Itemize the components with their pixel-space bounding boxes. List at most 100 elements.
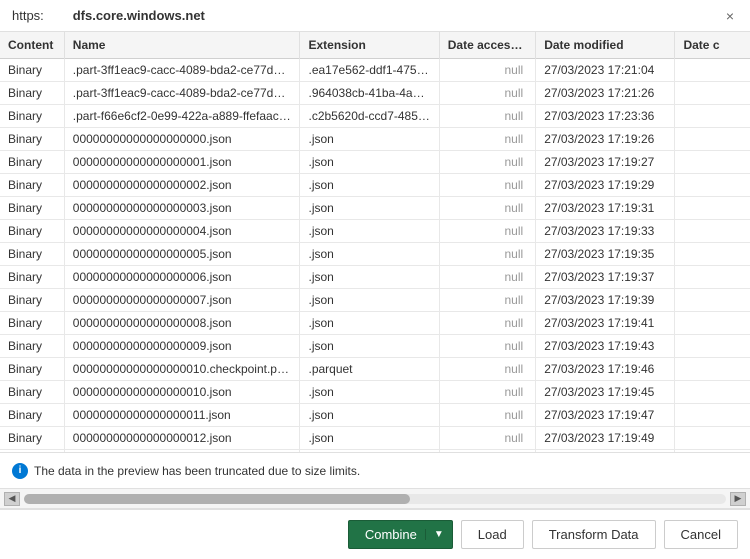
info-bar: i The data in the preview has been trunc… — [0, 453, 750, 489]
cell-dateAccessed: null — [439, 82, 535, 105]
combine-button[interactable]: Combine ▼ — [348, 520, 453, 549]
cell-dateModified: 27/03/2023 17:19:27 — [536, 151, 675, 174]
cell-dateAccessed: null — [439, 381, 535, 404]
cell-dateModified: 27/03/2023 17:19:45 — [536, 381, 675, 404]
cell-content: Binary — [0, 243, 64, 266]
table-row: Binary00000000000000000002.json.jsonnull… — [0, 174, 750, 197]
cell-name: 00000000000000000010.checkpoint.parquet — [64, 358, 300, 381]
cell-dateModified: 27/03/2023 17:19:31 — [536, 197, 675, 220]
info-icon: i — [12, 463, 28, 479]
cell-dateAccessed: null — [439, 105, 535, 128]
cell-dateC — [675, 174, 750, 197]
combine-button-label: Combine — [365, 527, 425, 542]
cell-dateC — [675, 243, 750, 266]
cell-content: Binary — [0, 289, 64, 312]
cell-name: .part-3ff1eac9-cacc-4089-bda2-ce77da9b36… — [64, 82, 300, 105]
cell-dateAccessed: null — [439, 427, 535, 450]
table-row: Binary.part-3ff1eac9-cacc-4089-bda2-ce77… — [0, 82, 750, 105]
cell-content: Binary — [0, 335, 64, 358]
cell-extension: .json — [300, 289, 439, 312]
load-button[interactable]: Load — [461, 520, 524, 549]
cell-content: Binary — [0, 82, 64, 105]
cell-dateAccessed: null — [439, 197, 535, 220]
cell-name: 00000000000000000004.json — [64, 220, 300, 243]
title-bar: https: dfs.core.windows.net × — [0, 0, 750, 32]
cell-extension: .json — [300, 151, 439, 174]
cell-name: 00000000000000000003.json — [64, 197, 300, 220]
cell-dateAccessed: null — [439, 404, 535, 427]
cell-dateC — [675, 312, 750, 335]
cell-dateModified: 27/03/2023 17:21:26 — [536, 82, 675, 105]
table-row: Binary00000000000000000003.json.jsonnull… — [0, 197, 750, 220]
transform-data-button[interactable]: Transform Data — [532, 520, 656, 549]
cell-dateC — [675, 59, 750, 82]
cell-extension: .ea17e562-ddf1-475e-87af-d60c0ebc64e4 — [300, 59, 439, 82]
cell-name: .part-f66e6cf2-0e99-422a-a889-ffefaacaf5… — [64, 105, 300, 128]
cell-dateAccessed: null — [439, 128, 535, 151]
col-header-date-c: Date c — [675, 32, 750, 59]
table-row: Binary00000000000000000010.checkpoint.pa… — [0, 358, 750, 381]
cell-name: .part-3ff1eac9-cacc-4089-bda2-ce77da9b36… — [64, 59, 300, 82]
cell-name: 00000000000000000008.json — [64, 312, 300, 335]
cell-dateModified: 27/03/2023 17:19:35 — [536, 243, 675, 266]
cell-dateAccessed: null — [439, 220, 535, 243]
cell-dateAccessed: null — [439, 335, 535, 358]
cell-extension: .parquet — [300, 358, 439, 381]
cell-dateC — [675, 128, 750, 151]
cell-name: 00000000000000000011.json — [64, 404, 300, 427]
cell-dateModified: 27/03/2023 17:19:37 — [536, 266, 675, 289]
cell-content: Binary — [0, 174, 64, 197]
cell-content: Binary — [0, 312, 64, 335]
cell-dateModified: 27/03/2023 17:21:04 — [536, 59, 675, 82]
table-body: Binary.part-3ff1eac9-cacc-4089-bda2-ce77… — [0, 59, 750, 454]
cell-content: Binary — [0, 358, 64, 381]
cell-dateC — [675, 105, 750, 128]
cell-name: 00000000000000000002.json — [64, 174, 300, 197]
cancel-button[interactable]: Cancel — [664, 520, 738, 549]
url-domain: dfs.core.windows.net — [73, 8, 205, 23]
cell-dateModified: 27/03/2023 17:19:46 — [536, 358, 675, 381]
cell-extension: .json — [300, 220, 439, 243]
table-row: Binary00000000000000000007.json.jsonnull… — [0, 289, 750, 312]
cell-extension: .json — [300, 381, 439, 404]
cell-extension: .json — [300, 312, 439, 335]
close-button[interactable]: × — [722, 8, 738, 24]
horizontal-scrollbar[interactable]: ◀ ▶ — [0, 489, 750, 509]
cell-name: 00000000000000000012.json — [64, 427, 300, 450]
cell-name: 00000000000000000009.json — [64, 335, 300, 358]
cell-extension: .964038cb-41ba-4aa4-8938-cfa219305555b — [300, 82, 439, 105]
scroll-right-button[interactable]: ▶ — [730, 492, 746, 506]
cell-content: Binary — [0, 404, 64, 427]
cell-dateC — [675, 381, 750, 404]
cell-dateModified: 27/03/2023 17:19:29 — [536, 174, 675, 197]
cell-name: 00000000000000000005.json — [64, 243, 300, 266]
cell-extension: .json — [300, 335, 439, 358]
table-row: Binary00000000000000000010.json.jsonnull… — [0, 381, 750, 404]
cell-extension: .json — [300, 266, 439, 289]
cell-dateModified: 27/03/2023 17:19:41 — [536, 312, 675, 335]
scroll-thumb[interactable] — [24, 494, 410, 504]
cell-content: Binary — [0, 220, 64, 243]
col-header-date-modified: Date modified — [536, 32, 675, 59]
footer: Combine ▼ Load Transform Data Cancel — [0, 509, 750, 559]
cell-dateAccessed: null — [439, 59, 535, 82]
cell-dateC — [675, 289, 750, 312]
cell-name: 00000000000000000000.json — [64, 128, 300, 151]
cell-name: 00000000000000000007.json — [64, 289, 300, 312]
col-header-extension: Extension — [300, 32, 439, 59]
cell-content: Binary — [0, 128, 64, 151]
table-row: Binary00000000000000000009.json.jsonnull… — [0, 335, 750, 358]
data-table-container: Content Name Extension Date accessed Dat… — [0, 32, 750, 453]
combine-dropdown-arrow[interactable]: ▼ — [425, 529, 452, 540]
scroll-track[interactable] — [24, 494, 726, 504]
cell-dateC — [675, 404, 750, 427]
table-row: Binary00000000000000000000.json.jsonnull… — [0, 128, 750, 151]
cell-content: Binary — [0, 59, 64, 82]
cell-extension: .json — [300, 243, 439, 266]
cell-content: Binary — [0, 197, 64, 220]
scroll-left-button[interactable]: ◀ — [4, 492, 20, 506]
cell-content: Binary — [0, 105, 64, 128]
cell-dateAccessed: null — [439, 289, 535, 312]
cell-dateC — [675, 427, 750, 450]
cell-name: 00000000000000000010.json — [64, 381, 300, 404]
